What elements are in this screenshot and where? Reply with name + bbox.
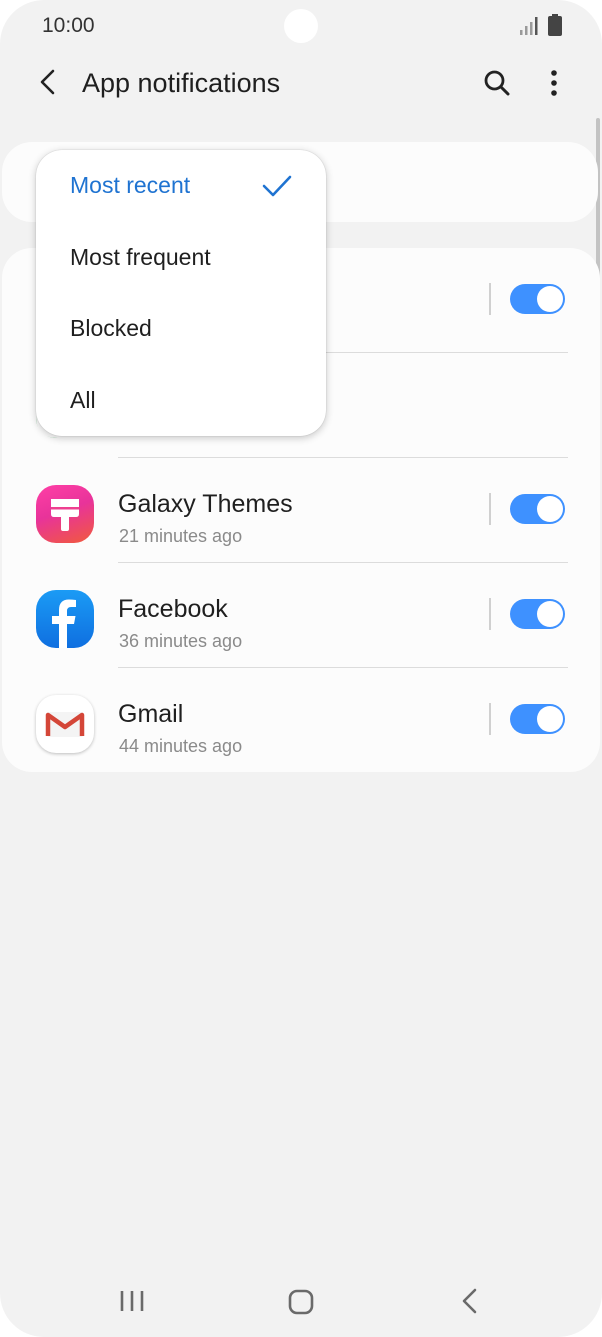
status-bar: 10:00 (0, 0, 602, 52)
dropdown-option-blocked[interactable]: Blocked (36, 293, 326, 365)
app-last-notification-time: 21 minutes ago (119, 526, 243, 546)
divider (489, 598, 491, 630)
list-item[interactable]: Facebook 36 minutes ago (2, 563, 600, 668)
dropdown-option-all[interactable]: All (36, 365, 326, 437)
facebook-icon (36, 590, 94, 648)
back-button[interactable] (28, 62, 68, 102)
galaxy-themes-icon (36, 485, 94, 543)
app-name: Gmail (118, 700, 184, 728)
toggle-knob (537, 601, 563, 627)
notification-toggle[interactable] (510, 284, 565, 314)
list-item[interactable]: Galaxy Themes 21 minutes ago (2, 458, 600, 563)
notification-toggle[interactable] (510, 494, 565, 524)
dropdown-option-label: All (70, 387, 96, 413)
search-icon (484, 70, 510, 96)
camera-cutout (284, 9, 318, 43)
dropdown-option-label: Most frequent (70, 244, 211, 270)
more-vertical-icon (551, 70, 557, 96)
list-item[interactable]: Gmail 44 minutes ago (2, 668, 600, 773)
home-icon[interactable] (286, 1287, 316, 1317)
back-icon[interactable] (458, 1286, 482, 1316)
app-name: Galaxy Themes (118, 490, 293, 518)
battery-icon (548, 14, 562, 36)
gmail-icon (36, 695, 94, 753)
notification-toggle[interactable] (510, 599, 565, 629)
page-title: App notifications (82, 68, 281, 98)
app-last-notification-time: 44 minutes ago (119, 736, 243, 756)
check-icon (262, 175, 292, 197)
dropdown-option-most-recent[interactable]: Most recent (36, 150, 326, 222)
back-arrow-icon (40, 69, 55, 95)
app-bar: App notifications (0, 52, 602, 116)
divider (489, 703, 491, 735)
dropdown-option-most-frequent[interactable]: Most frequent (36, 222, 326, 294)
divider (489, 283, 491, 315)
toggle-knob (537, 496, 563, 522)
recent-apps-icon[interactable] (116, 1288, 148, 1314)
navigation-bar (0, 1270, 602, 1334)
signal-icon (520, 17, 538, 35)
status-time: 10:00 (42, 14, 95, 37)
toggle-knob (537, 706, 563, 732)
more-options-button[interactable] (536, 62, 572, 104)
sort-dropdown-menu: Most recent Most frequent Blocked All (36, 150, 326, 436)
dropdown-option-label: Most recent (70, 172, 191, 198)
divider (489, 493, 491, 525)
dropdown-option-label: Blocked (70, 315, 152, 341)
app-name: Facebook (118, 595, 228, 623)
app-last-notification-time: 36 minutes ago (119, 631, 243, 651)
phone-screen: 10:00 App notifications Galaxy Themes 21… (0, 0, 602, 1337)
toggle-knob (537, 286, 563, 312)
notification-toggle[interactable] (510, 704, 565, 734)
search-button[interactable] (476, 62, 518, 104)
